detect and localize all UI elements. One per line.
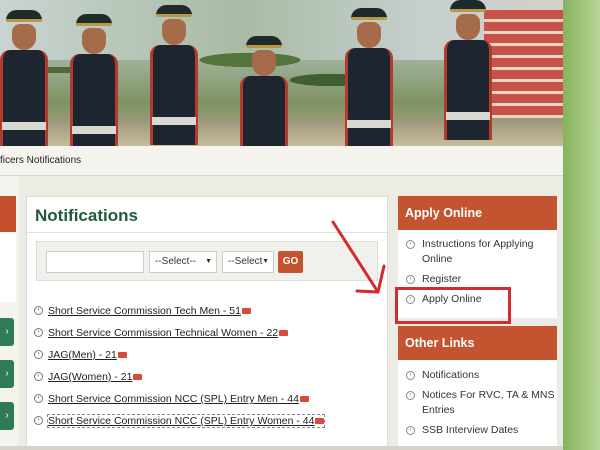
other-links-panel: Other Links › Notifications › Notices For …: [398, 326, 557, 446]
circle-arrow-icon: ›: [34, 328, 43, 337]
notification-link[interactable]: Short Service Commission NCC (SPL) Entry…: [48, 393, 309, 405]
circle-arrow-icon: ›: [34, 416, 43, 425]
left-nav-button[interactable]: ›: [0, 360, 14, 388]
left-panel-body: [0, 232, 16, 302]
new-badge-icon: [117, 352, 127, 359]
notification-link[interactable]: Short Service Commission Technical Women…: [48, 327, 289, 339]
year-select-value: --Select: [228, 256, 263, 267]
highlight-box: [395, 287, 511, 324]
list-item: › Short Service Commission NCC (SPL) Entr…: [34, 393, 384, 415]
apply-online-title: Apply Online: [398, 196, 557, 230]
circle-arrow-icon: ›: [34, 394, 43, 403]
circle-arrow-icon: ›: [406, 240, 415, 249]
list-item: › Short Service Commission NCC (SPL) Entr…: [34, 414, 384, 437]
notifications-list: › Short Service Commission Tech Men - 51 …: [34, 305, 384, 437]
circle-arrow-icon: ›: [406, 275, 415, 284]
list-item: › Short Service Commission Tech Men - 51: [34, 305, 384, 327]
new-badge-icon: [279, 330, 289, 337]
left-nav-button[interactable]: ›: [0, 318, 14, 346]
header-banner: [0, 0, 600, 146]
new-badge-icon: [299, 396, 309, 403]
category-select[interactable]: --Select-- ▼: [149, 251, 217, 273]
chevron-down-icon: ▼: [205, 258, 212, 265]
notifications-panel: Notifications --Select-- ▼ --Select ▼ GO…: [26, 196, 388, 450]
circle-arrow-icon: ›: [34, 350, 43, 359]
page-background-strip: [563, 0, 600, 450]
breadcrumb-text: ficers Notifications: [0, 155, 82, 166]
list-item: › JAG(Men) - 21: [34, 349, 384, 371]
list-item: › JAG(Women) - 21: [34, 371, 384, 393]
category-select-value: --Select--: [155, 256, 197, 267]
sidebar-item-notices[interactable]: › Notices For RVC, TA & MNS Entries: [406, 388, 557, 418]
new-badge-icon: [133, 374, 143, 381]
sidebar-item-instructions[interactable]: › Instructions for Applying Online: [406, 237, 557, 267]
other-links-title: Other Links: [398, 326, 557, 360]
circle-arrow-icon: ›: [34, 372, 43, 381]
breadcrumb: ficers Notifications: [0, 146, 563, 176]
circle-arrow-icon: ›: [406, 426, 415, 435]
sidebar-item-register[interactable]: › Register: [406, 272, 557, 287]
left-panel-header: [0, 196, 16, 232]
left-nav-button[interactable]: ›: [0, 402, 14, 430]
building-image: [484, 10, 564, 120]
notifications-title: Notifications: [35, 206, 138, 225]
go-button[interactable]: GO: [278, 251, 303, 273]
notification-link[interactable]: Short Service Commission NCC (SPL) Entry…: [46, 414, 326, 428]
notification-link[interactable]: JAG(Men) - 21: [48, 349, 127, 361]
new-badge-icon: [241, 308, 251, 315]
year-select[interactable]: --Select ▼: [222, 251, 274, 273]
notification-link[interactable]: Short Service Commission Tech Men - 51: [48, 305, 251, 317]
circle-arrow-icon: ›: [34, 306, 43, 315]
sidebar-item-ssb-dates[interactable]: › SSB Interview Dates: [406, 423, 557, 438]
notification-link[interactable]: JAG(Women) - 21: [48, 371, 143, 383]
search-input[interactable]: [46, 251, 144, 273]
list-item: › Short Service Commission Technical Wome…: [34, 327, 384, 349]
new-badge-icon: [315, 418, 325, 425]
footer-edge: [0, 446, 563, 450]
filter-bar: --Select-- ▼ --Select ▼ GO: [36, 241, 378, 281]
circle-arrow-icon: ›: [406, 371, 415, 380]
circle-arrow-icon: ›: [406, 391, 415, 400]
sidebar-item-notifications[interactable]: › Notifications: [406, 368, 557, 383]
chevron-down-icon: ▼: [262, 258, 269, 265]
